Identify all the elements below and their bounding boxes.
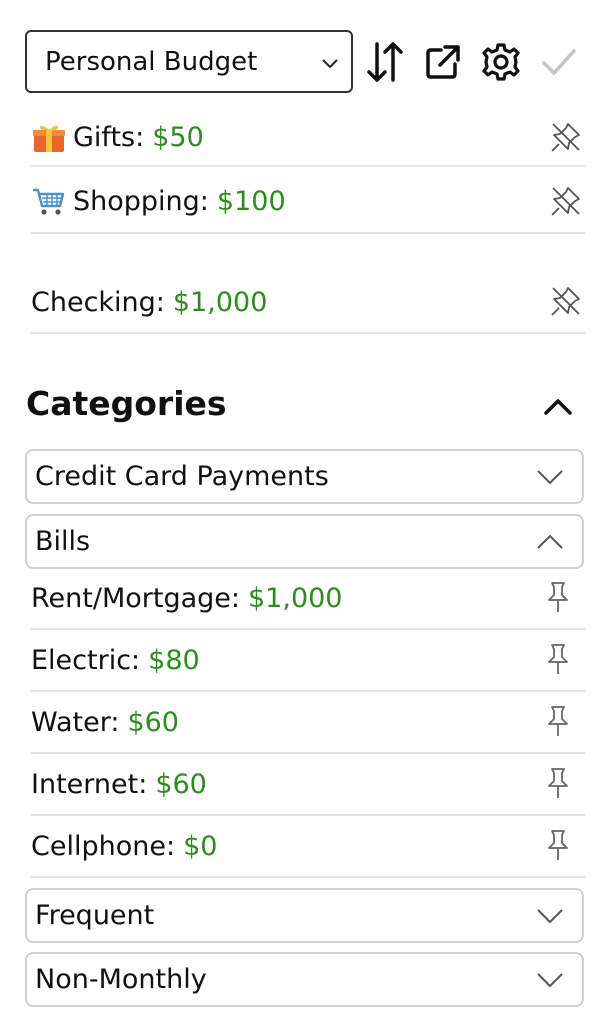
item-amount: $1,000 [248, 582, 343, 614]
budget-select[interactable]: Personal Budget [25, 30, 353, 93]
pinned-item-checking: Checking: $1,000 [31, 272, 585, 334]
pin-icon[interactable] [545, 766, 571, 800]
group-bills[interactable]: Bills [25, 514, 584, 569]
sort-icon [367, 42, 403, 82]
chevron-down-icon [537, 470, 563, 485]
toolbar: Personal Budget [25, 30, 585, 93]
chevron-down-icon [322, 59, 338, 69]
group-label: Frequent [35, 900, 155, 931]
unpin-icon[interactable] [549, 120, 583, 154]
item-label: Water: [31, 706, 120, 738]
pin-icon[interactable] [545, 642, 571, 676]
gift-icon [33, 125, 65, 152]
settings-button[interactable] [479, 40, 523, 84]
categories-heading: Categories [26, 384, 227, 423]
group-frequent[interactable]: Frequent [25, 888, 584, 943]
group-label: Bills [35, 526, 91, 557]
unpin-icon[interactable] [549, 284, 583, 318]
pinned-amount: $100 [216, 185, 286, 217]
open-external-button[interactable] [421, 40, 465, 84]
confirm-button[interactable] [537, 40, 581, 84]
pinned-label: Gifts: [73, 122, 145, 153]
pinned-amount: $50 [152, 122, 204, 153]
pinned-label: Checking: [31, 286, 165, 318]
item-amount: $80 [148, 644, 200, 676]
check-icon [542, 49, 576, 75]
list-item: Electric: $80 [31, 630, 585, 692]
pin-icon[interactable] [545, 580, 571, 614]
list-item: Rent/Mortgage: $1,000 [31, 568, 585, 630]
pin-icon[interactable] [545, 704, 571, 738]
item-label: Cellphone: [31, 830, 176, 862]
group-label: Non-Monthly [35, 964, 207, 995]
chevron-up-icon[interactable] [540, 393, 576, 419]
pinned-item-gifts: Gifts: $50 [31, 110, 585, 167]
sort-button[interactable] [363, 40, 407, 84]
chevron-down-icon [537, 973, 563, 988]
chevron-down-icon [537, 909, 563, 924]
group-credit-card-payments[interactable]: Credit Card Payments [25, 449, 584, 504]
shopping-cart-icon [33, 188, 65, 215]
item-amount: $60 [155, 768, 207, 800]
list-item: Water: $60 [31, 692, 585, 754]
list-item: Internet: $60 [31, 754, 585, 816]
pin-icon[interactable] [545, 828, 571, 862]
external-link-icon [426, 45, 460, 79]
group-label: Credit Card Payments [35, 461, 329, 492]
item-label: Rent/Mortgage: [31, 582, 240, 614]
group-non-monthly[interactable]: Non-Monthly [25, 952, 584, 1007]
pinned-amount: $1,000 [172, 286, 268, 318]
gear-icon [482, 43, 520, 81]
unpin-icon[interactable] [549, 184, 583, 218]
pinned-item-shopping: Shopping: $100 [31, 170, 585, 234]
chevron-up-icon [537, 534, 563, 549]
item-label: Internet: [31, 768, 148, 800]
item-label: Electric: [31, 644, 141, 676]
pinned-label: Shopping: [73, 185, 209, 217]
item-amount: $0 [183, 830, 218, 862]
list-item: Cellphone: $0 [31, 816, 585, 878]
budget-select-value: Personal Budget [45, 46, 258, 77]
item-amount: $60 [127, 706, 179, 738]
